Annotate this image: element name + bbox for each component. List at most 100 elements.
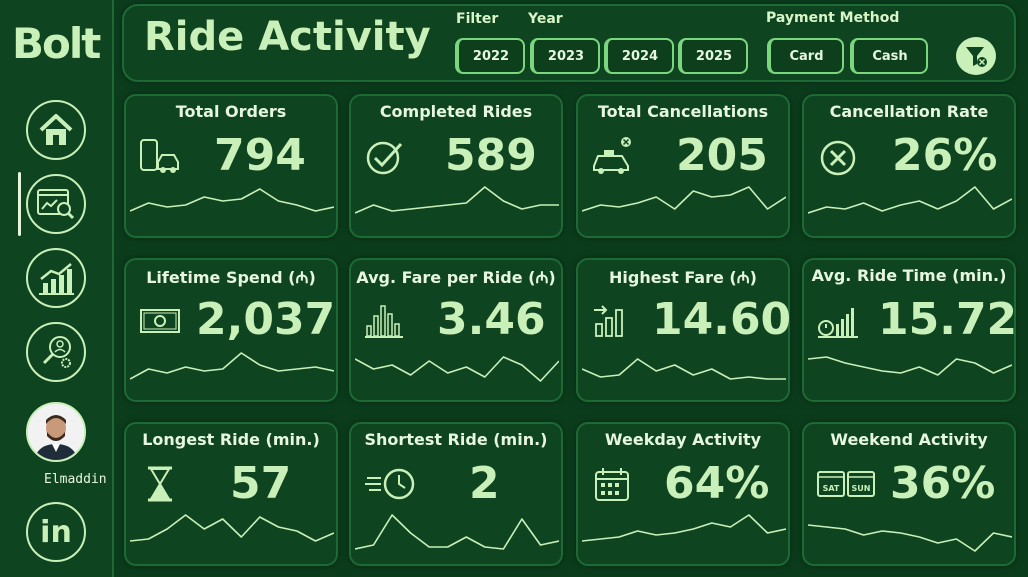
linkedin-icon: in <box>40 514 72 550</box>
card-value: 64% <box>664 458 770 509</box>
card-value: 3.46 <box>437 294 546 345</box>
sparkline-path <box>355 186 559 214</box>
year-2023-button[interactable]: 2023 <box>530 38 600 74</box>
sparkline <box>130 188 334 212</box>
sparkline <box>808 186 1012 214</box>
sparkline <box>582 358 786 380</box>
payment-card-button[interactable]: Card <box>767 38 844 74</box>
card-title: Total Orders <box>175 102 287 121</box>
dashboard-search-icon <box>37 189 75 220</box>
sparkline <box>582 186 786 212</box>
card-title: Lifetime Spend (₼) <box>146 268 316 287</box>
sparkline <box>808 356 1012 376</box>
card-value: 15.72 <box>878 294 1018 345</box>
kpi-card-avg-fare: Avg. Fare per Ride (₼) 3.46 <box>349 258 563 402</box>
card-value: 14.60 <box>652 294 792 345</box>
kpi-card-weekday-activity: Weekday Activity 64% <box>576 422 790 566</box>
bolt-logo: Bolt <box>12 19 101 68</box>
sparkline-path <box>130 352 334 380</box>
filter-label: Filter <box>456 11 499 27</box>
card-title: Avg. Ride Time (min.) <box>811 266 1007 285</box>
analysis-nav-button[interactable] <box>26 322 86 382</box>
sparkline-path <box>808 524 1012 552</box>
year-label: Year <box>528 11 563 27</box>
card-title: Total Cancellations <box>597 102 769 121</box>
kpi-card-avg-ride-time: Avg. Ride Time (min.) 15.72 <box>802 258 1018 402</box>
cash-icon <box>140 309 180 333</box>
card-title: Weekend Activity <box>830 430 988 449</box>
sparkline-path <box>130 188 334 212</box>
timer-bars-icon <box>818 308 858 338</box>
sparkline-path <box>582 186 786 212</box>
kpi-card-highest-fare: Highest Fare (₼) 14.60 <box>576 258 792 402</box>
kpi-card-weekend-activity: Weekend Activity SAT SUN 36% <box>802 422 1016 566</box>
filter-clear-icon <box>966 47 987 67</box>
card-value: 589 <box>445 130 537 181</box>
sparkline <box>355 514 559 550</box>
sparkline-path <box>808 356 1012 376</box>
rising-bars-icon <box>594 305 623 337</box>
active-indicator <box>18 172 21 236</box>
kpi-card-total-orders: Total Orders 794 <box>124 94 338 238</box>
taxi-cancel-icon <box>593 137 631 174</box>
year-2024-button[interactable]: 2024 <box>604 38 674 74</box>
kpi-card-completed-rides: Completed Rides 589 <box>349 94 563 238</box>
card-title: Shortest Ride (min.) <box>364 430 548 449</box>
calendar-icon <box>595 468 629 501</box>
card-value: 2,037 <box>196 294 336 345</box>
kpi-card-lifetime-spend: Lifetime Spend (₼) 2,037 <box>124 258 338 402</box>
linkedin-button[interactable]: in <box>26 502 86 562</box>
svg-text:SAT: SAT <box>823 484 840 493</box>
ride-activity-nav-button[interactable] <box>26 174 86 234</box>
sparkline <box>355 186 559 214</box>
sat-sun-icon: SAT SUN <box>817 471 875 497</box>
bars-icon <box>365 305 403 338</box>
card-title: Highest Fare (₼) <box>609 268 757 287</box>
page-title: Ride Activity <box>144 14 431 60</box>
card-value: 205 <box>676 130 768 181</box>
sparkline <box>130 514 334 542</box>
card-title: Longest Ride (min.) <box>142 430 320 449</box>
sparkline <box>582 514 786 542</box>
year-2022-button[interactable]: 2022 <box>455 38 525 74</box>
card-title: Avg. Fare per Ride (₼) <box>356 268 556 287</box>
gear-search-icon <box>42 336 71 368</box>
growth-chart-icon <box>39 263 74 295</box>
card-value: 36% <box>890 458 996 509</box>
sparkline <box>355 356 559 382</box>
sparkline-path <box>355 514 559 550</box>
card-value: 26% <box>892 130 998 181</box>
fast-clock-icon <box>365 468 415 500</box>
year-2025-button[interactable]: 2025 <box>678 38 748 74</box>
card-title: Completed Rides <box>379 102 533 121</box>
home-nav-button[interactable] <box>26 100 86 160</box>
card-value: 794 <box>214 130 306 181</box>
sidebar: Bolt Elmaddin in <box>0 0 114 577</box>
sparkline <box>808 524 1012 552</box>
sparkline-path <box>808 186 1012 214</box>
avatar[interactable] <box>26 402 86 462</box>
payment-cash-button[interactable]: Cash <box>850 38 928 74</box>
cancel-circle-icon <box>820 140 856 176</box>
sparkline-path <box>582 514 786 542</box>
payment-method-label: Payment Method <box>766 10 900 26</box>
card-title: Cancellation Rate <box>829 102 989 121</box>
user-name: Elmaddin <box>44 472 107 487</box>
check-icon <box>366 141 403 175</box>
kpi-card-total-cancellations: Total Cancellations 205 <box>576 94 790 238</box>
sparkline-path <box>355 356 559 382</box>
card-value: 57 <box>230 458 292 509</box>
clear-filter-button[interactable] <box>956 37 996 75</box>
kpi-card-cancellation-rate: Cancellation Rate 26% <box>802 94 1016 238</box>
svg-text:SUN: SUN <box>852 484 871 493</box>
car-phone-icon <box>140 139 179 173</box>
card-title: Weekday Activity <box>604 430 762 449</box>
sparkline-path <box>130 514 334 542</box>
kpi-card-longest-ride: Longest Ride (min.) 57 <box>124 422 338 566</box>
user-photo-icon <box>28 404 84 460</box>
trends-nav-button[interactable] <box>26 248 86 308</box>
sparkline-path <box>582 358 786 380</box>
kpi-card-shortest-ride: Shortest Ride (min.) 2 <box>349 422 563 566</box>
hourglass-icon <box>148 466 172 502</box>
sparkline <box>130 352 334 380</box>
